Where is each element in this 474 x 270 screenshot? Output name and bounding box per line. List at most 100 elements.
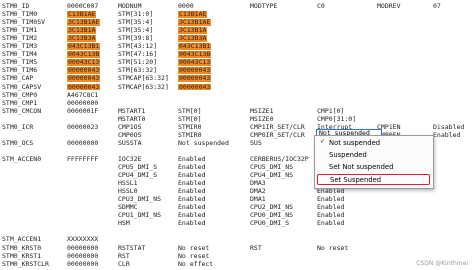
register-row: HSM Enabled CPU0_DMI_S Enabled: [0, 220, 474, 228]
register-name: STM0_TIM3: [2, 42, 38, 51]
field-value[interactable]: C13B1AE: [178, 11, 208, 18]
field-name: CPU5_DMI_S: [118, 163, 158, 171]
register-name: STM0_TIM5: [2, 58, 38, 67]
register-value[interactable]: 043C13B1: [67, 43, 101, 50]
field-value-2[interactable]: CMP0[31:0]: [317, 116, 356, 123]
field-name: STM[51:20]: [118, 58, 158, 67]
register-name: STM0_CMP1: [2, 98, 38, 107]
field-value-2[interactable]: CMP1[0]: [317, 108, 344, 115]
register-value[interactable]: 0000001F: [67, 108, 98, 115]
field-value[interactable]: No reset: [178, 244, 209, 252]
register-value[interactable]: 00043C13: [67, 59, 101, 66]
field-value[interactable]: 043C13B1: [178, 43, 212, 50]
register-name: STM0_TIM6: [2, 66, 38, 75]
register-value[interactable]: 00000000: [67, 261, 98, 268]
register-value[interactable]: 00000000: [67, 140, 98, 147]
field-value[interactable]: 3C13B1AE: [178, 19, 212, 26]
field-name-2: CPU4_DMI_NS: [250, 171, 294, 180]
field-value[interactable]: Enabled: [178, 164, 205, 171]
field-value-3[interactable]: Disabled: [433, 124, 464, 131]
field-value-2[interactable]: Enabled: [317, 196, 344, 203]
field-value-2[interactable]: Enabled: [317, 188, 344, 195]
watermark: CSDN @Kinthmei: [416, 260, 468, 267]
field-name-2: MSIZE0: [250, 114, 274, 123]
register-name: STM0_KRST0: [2, 243, 42, 252]
field-value[interactable]: Not suspended: [178, 140, 229, 147]
field-value[interactable]: 00000043: [178, 83, 212, 90]
field-value[interactable]: 00000043: [178, 75, 212, 82]
register-value[interactable]: 0043C13B: [67, 51, 101, 58]
field-name: STM[63:32]: [118, 66, 158, 75]
register-row: STM0_CMCON 0000001F MSTART1 STM[0] MSIZE1 CMP…: [0, 108, 474, 116]
dropdown-option-suspended[interactable]: Suspended: [317, 150, 430, 161]
field-value[interactable]: No effect: [178, 261, 213, 268]
field-name-2: MSIZE1: [250, 106, 274, 115]
field-value[interactable]: STM[0]: [178, 116, 201, 123]
field-value[interactable]: 3C13B3A: [178, 35, 208, 42]
field-name: CPU3_DMI_NS: [118, 195, 162, 204]
register-value[interactable]: 00000000: [67, 253, 98, 260]
field-value[interactable]: No reset: [178, 253, 209, 260]
field-name: SUSSTA: [118, 138, 142, 147]
field-value-3[interactable]: Enabled: [433, 132, 460, 139]
field-value[interactable]: Enabled: [178, 196, 205, 203]
register-value[interactable]: 00000000: [67, 100, 98, 107]
field-value[interactable]: Enabled: [178, 180, 205, 187]
register-name: STM0_TIM2: [2, 34, 38, 43]
field-value[interactable]: Enabled: [178, 188, 205, 195]
field-name-2: CPU0_DMI_NS: [250, 211, 294, 220]
dropdown-option-set-suspended[interactable]: Set Suspended: [317, 174, 430, 185]
register-value[interactable]: C13B1AE: [67, 11, 97, 18]
register-value[interactable]: A467C8C1: [67, 92, 98, 99]
field-value[interactable]: Enabled: [178, 204, 205, 211]
register-value[interactable]: XXXXXXXX: [67, 236, 98, 243]
field-value[interactable]: Enabled: [178, 156, 205, 163]
field-value[interactable]: 0043C13B: [178, 51, 212, 58]
field-value[interactable]: Enabled: [178, 172, 205, 179]
field-name-2: MODTYPE: [250, 2, 278, 10]
register-value[interactable]: 00000043: [67, 83, 101, 90]
field-name: STM[35:4]: [118, 18, 154, 27]
field-value[interactable]: STMIR0: [178, 124, 201, 131]
field-value-2[interactable]: No reset: [317, 244, 348, 252]
field-name: CLR: [118, 259, 130, 268]
field-value[interactable]: Enabled: [178, 220, 205, 227]
field-value[interactable]: 00000043: [178, 67, 212, 74]
field-value[interactable]: 0000: [178, 3, 194, 10]
dropdown-option-set-not-suspended[interactable]: Set Not suspended: [317, 162, 430, 173]
field-name: IOC32E: [118, 154, 142, 163]
field-value[interactable]: Enabled: [178, 212, 205, 219]
field-name-2: SUS: [250, 138, 262, 147]
dropdown-option-not-suspended[interactable]: ✓ Not suspended: [317, 138, 430, 149]
register-value[interactable]: 00000043: [67, 75, 101, 82]
field-value-3[interactable]: 07: [433, 3, 441, 10]
field-value[interactable]: 00043C13: [178, 59, 212, 66]
register-value[interactable]: 3C13B1A: [67, 27, 97, 34]
field-value-2[interactable]: Enabled: [317, 212, 344, 219]
register-value[interactable]: 3C13B1AE: [67, 19, 101, 26]
register-value[interactable]: 00000043: [67, 67, 101, 74]
field-value-2[interactable]: Enabled: [317, 220, 344, 227]
register-name: STM0_TIM0: [2, 10, 38, 19]
register-name: STM0_ID: [2, 2, 30, 10]
field-value[interactable]: 3C13B1A: [178, 27, 208, 34]
field-value[interactable]: STMIR0: [178, 132, 201, 139]
field-name: STM[31:0]: [118, 10, 154, 19]
field-value-2[interactable]: C0: [317, 3, 325, 10]
register-value[interactable]: 3C13B3A: [67, 35, 97, 42]
register-row: STM0_ICR 00000023 CMP1OS STMIR0 CMP1IR_SET/C…: [0, 124, 474, 132]
field-name: SDMMC: [118, 203, 138, 212]
field-value[interactable]: STM[0]: [178, 108, 201, 115]
field-name: RST: [118, 251, 130, 260]
register-value[interactable]: 0000C007: [67, 3, 98, 10]
field-name-2: RST: [250, 243, 262, 252]
field-value-2[interactable]: Enabled: [317, 204, 344, 211]
field-name: CPU4_DMI_S: [118, 171, 158, 180]
register-value[interactable]: 00000023: [67, 124, 98, 131]
register-row: SDMMC Enabled CPU2_DMI_NS Enabled: [0, 204, 474, 212]
register-value[interactable]: FFFFFFFF: [67, 156, 98, 163]
register-value[interactable]: 00000000: [67, 244, 98, 252]
field-name-2: DMA2: [250, 187, 266, 196]
field-name-2: CERBERUS/IOC32P: [250, 154, 309, 163]
field-name: CMP1OS: [118, 122, 142, 131]
